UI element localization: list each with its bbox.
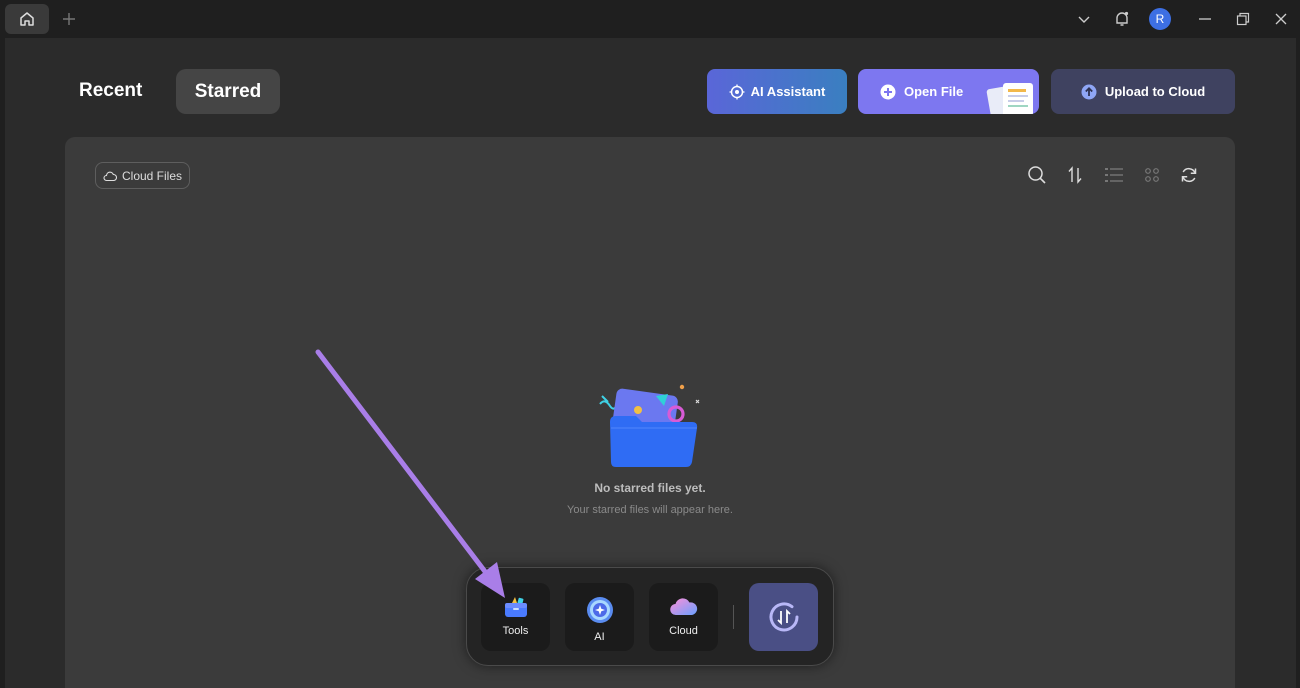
restore-icon <box>1236 12 1250 26</box>
new-tab-button[interactable] <box>58 8 80 30</box>
home-tab[interactable] <box>5 4 49 34</box>
ai-orb-icon <box>586 597 613 623</box>
user-avatar[interactable]: R <box>1149 8 1171 30</box>
plus-circle-icon <box>880 84 896 99</box>
sort-button[interactable] <box>1063 163 1087 187</box>
empty-state-title: No starred files yet. <box>594 481 706 495</box>
documents-illustration-icon <box>986 83 1033 114</box>
list-view-icon <box>1105 168 1123 182</box>
close-button[interactable] <box>1269 7 1293 31</box>
dock-item-ai[interactable]: AI <box>565 583 634 651</box>
dock-divider <box>733 605 734 629</box>
restore-button[interactable] <box>1231 7 1255 31</box>
upload-icon <box>1081 84 1097 99</box>
convert-button[interactable] <box>749 583 818 651</box>
open-file-label: Open File <box>904 84 964 99</box>
search-icon <box>1028 166 1046 184</box>
dock-item-tools[interactable]: Tools <box>481 583 550 651</box>
ai-assistant-button[interactable]: AI Assistant <box>707 69 847 114</box>
grid-view-icon <box>1145 168 1159 182</box>
tab-recent[interactable]: Recent <box>79 80 142 102</box>
cloud-outline-icon <box>103 171 117 181</box>
minimize-icon <box>1199 18 1211 20</box>
upload-to-cloud-button[interactable]: Upload to Cloud <box>1051 69 1235 114</box>
cloud-icon <box>669 598 697 616</box>
refresh-icon <box>1181 167 1197 183</box>
ai-assistant-icon <box>729 84 745 99</box>
convert-icon <box>769 602 798 632</box>
home-icon <box>20 12 34 26</box>
dropdown-button[interactable] <box>1072 7 1096 31</box>
grid-view-button[interactable] <box>1140 163 1164 187</box>
dock-item-cloud[interactable]: Cloud <box>649 583 718 651</box>
title-bar: R <box>0 0 1300 38</box>
toolbox-icon <box>504 597 527 617</box>
search-button[interactable] <box>1025 163 1049 187</box>
bell-icon <box>1116 11 1129 26</box>
dock-item-cloud-label: Cloud <box>669 625 698 637</box>
empty-state-subtitle: Your starred files will appear here. <box>567 504 733 516</box>
cloud-files-label: Cloud Files <box>121 168 183 183</box>
dock-item-tools-label: Tools <box>502 625 529 637</box>
close-icon <box>1275 13 1287 25</box>
dock-item-ai-label: AI <box>594 631 605 643</box>
open-file-button[interactable]: Open File <box>858 69 1039 114</box>
refresh-button[interactable] <box>1177 163 1201 187</box>
ai-assistant-label: AI Assistant <box>750 84 826 99</box>
upload-to-cloud-label: Upload to Cloud <box>1104 84 1206 99</box>
tab-starred[interactable]: Starred <box>176 69 280 114</box>
notifications-button[interactable] <box>1110 7 1134 31</box>
chevron-down-icon <box>1078 16 1090 23</box>
list-view-button[interactable] <box>1102 163 1126 187</box>
plus-icon <box>63 13 75 25</box>
sort-icon <box>1068 166 1082 184</box>
empty-folder-illustration <box>599 384 700 467</box>
cloud-files-filter[interactable]: Cloud Files <box>95 162 190 189</box>
minimize-button[interactable] <box>1193 7 1217 31</box>
